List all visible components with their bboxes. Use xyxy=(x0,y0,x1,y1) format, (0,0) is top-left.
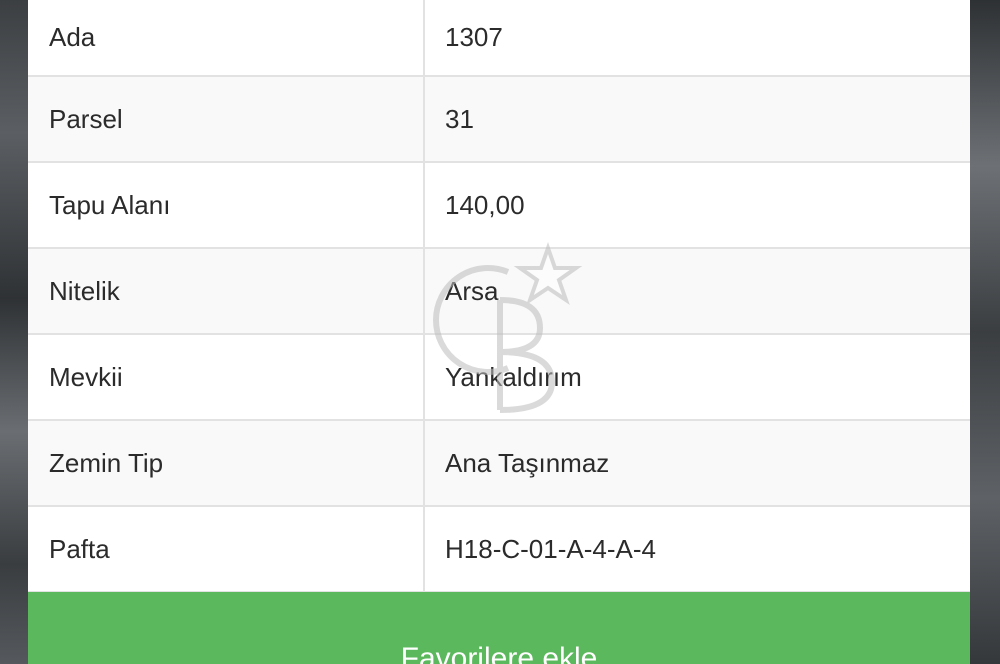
table-row: Ada 1307 xyxy=(28,0,970,77)
row-label: Nitelik xyxy=(28,248,425,335)
add-to-favorites-button[interactable]: Favorilere ekle xyxy=(28,592,970,664)
row-value: Yankaldırım xyxy=(424,334,970,421)
table-row: Zemin Tip Ana Taşınmaz xyxy=(28,420,970,507)
row-value: 31 xyxy=(424,76,970,163)
table-row: Nitelik Arsa xyxy=(28,248,970,335)
row-label: Pafta xyxy=(28,506,425,593)
background-right xyxy=(970,0,1000,664)
table-row: Tapu Alanı 140,00 xyxy=(28,162,970,249)
row-value: H18-C-01-A-4-A-4 xyxy=(424,506,970,593)
table-row: Pafta H18-C-01-A-4-A-4 xyxy=(28,506,970,593)
row-value: Arsa xyxy=(424,248,970,335)
row-value: 140,00 xyxy=(424,162,970,249)
row-label: Mevkii xyxy=(28,334,425,421)
property-details-table: Ada 1307 Parsel 31 Tapu Alanı 140,00 Nit… xyxy=(28,0,970,593)
table-row: Mevkii Yankaldırım xyxy=(28,334,970,421)
background-left xyxy=(0,0,28,664)
row-label: Zemin Tip xyxy=(28,420,425,507)
property-details-panel: Ada 1307 Parsel 31 Tapu Alanı 140,00 Nit… xyxy=(28,0,970,664)
row-label: Ada xyxy=(28,0,425,77)
table-row: Parsel 31 xyxy=(28,76,970,163)
row-value: Ana Taşınmaz xyxy=(424,420,970,507)
row-label: Parsel xyxy=(28,76,425,163)
row-label: Tapu Alanı xyxy=(28,162,425,249)
row-value: 1307 xyxy=(424,0,970,77)
